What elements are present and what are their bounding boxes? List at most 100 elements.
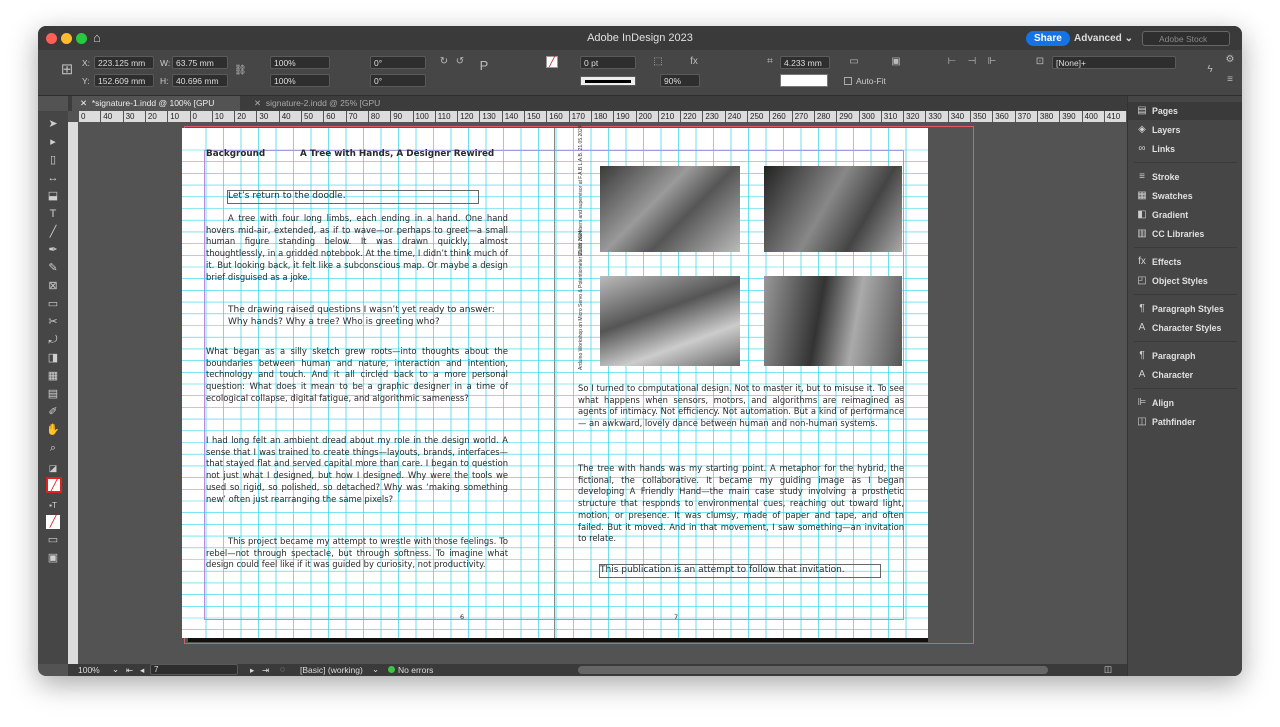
pencil-tool-icon[interactable]: ✎	[46, 261, 60, 275]
last-page-icon[interactable]: ⇥	[262, 665, 269, 676]
direct-selection-tool-icon[interactable]: ▸	[46, 135, 60, 149]
rotate-cw-icon[interactable]: ↻	[438, 56, 450, 68]
pull-quote-2[interactable]: The drawing raised questions I wasn’t ye…	[228, 305, 510, 328]
default-colors-icon[interactable]: ◪	[46, 461, 60, 475]
left-header[interactable]: Background	[206, 149, 265, 159]
shear-field[interactable]: 0°	[370, 74, 426, 87]
adobe-stock-search[interactable]: Adobe Stock	[1142, 31, 1230, 46]
object-style-icon[interactable]: ⊡	[1034, 56, 1046, 68]
align-left-icon[interactable]: ⊢	[946, 56, 958, 68]
gear-icon[interactable]: ⚙	[1224, 54, 1236, 66]
align-right-icon[interactable]: ⊩	[986, 56, 998, 68]
stroke-type-dropdown[interactable]	[580, 76, 636, 86]
previous-page-icon[interactable]: ◂	[140, 665, 144, 676]
tab-signature-2[interactable]: ✕ signature-2.indd @ 25% [GPU Preview]	[246, 96, 416, 119]
eyedropper-tool-icon[interactable]: ✐	[46, 405, 60, 419]
tab-signature-1[interactable]: ✕ *signature-1.indd @ 100% [GPU Preview]	[72, 96, 240, 119]
lightning-icon[interactable]: ϟ	[1204, 64, 1216, 76]
scissors-tool-icon[interactable]: ✂	[46, 315, 60, 329]
page-number-field[interactable]: 7	[150, 664, 238, 675]
close-icon[interactable]: ✕	[254, 98, 261, 108]
auto-size-icon[interactable]: ⌗	[764, 56, 776, 68]
body-paragraph-2[interactable]: What began as a silly sketch grew roots—…	[206, 346, 508, 405]
body-paragraph-5[interactable]: So I turned to computational design. Not…	[578, 383, 904, 430]
auto-fit-checkbox[interactable]	[844, 77, 852, 85]
next-page-icon[interactable]: ▸	[250, 665, 254, 676]
rotate-ccw-icon[interactable]: ↺	[454, 56, 466, 68]
panel-pathfinder[interactable]: ◫ Pathfinder	[1128, 413, 1242, 431]
pen-tool-icon[interactable]: ✒	[46, 243, 60, 257]
panel-effects[interactable]: fx Effects	[1128, 253, 1242, 271]
type-on-path-icon[interactable]: P	[478, 59, 490, 72]
frame-icon[interactable]: ⬚	[652, 56, 664, 68]
y-field[interactable]: 152.609 mm	[94, 74, 154, 87]
w-field[interactable]: 63.75 mm	[172, 56, 228, 69]
first-page-icon[interactable]: ⇤	[126, 665, 133, 676]
panel-paragraph-styles[interactable]: ¶ Paragraph Styles	[1128, 300, 1242, 318]
screen-mode-icon[interactable]: ▭	[46, 533, 60, 547]
reference-point-icon[interactable]: ⊞	[58, 62, 76, 82]
line-tool-icon[interactable]: ╱	[46, 225, 60, 239]
body-paragraph-4[interactable]: This project became my attempt to wrestl…	[206, 536, 508, 571]
formatting-icon[interactable]: ▪T	[46, 499, 60, 513]
preflight-errors[interactable]: No errors	[398, 665, 433, 675]
zoom-tool-icon[interactable]: ⌕	[46, 441, 60, 455]
pull-quote-1[interactable]: Let’s return to the doodle.	[227, 190, 479, 204]
h-field[interactable]: 40.696 mm	[172, 74, 228, 87]
hand-tool-icon[interactable]: ✋	[46, 423, 60, 437]
photo-workshop-hands[interactable]	[764, 276, 902, 366]
fill-stroke-icon[interactable]: ╱	[46, 477, 62, 493]
body-paragraph-1[interactable]: A tree with four long limbs, each ending…	[206, 213, 508, 283]
gap-tool-icon[interactable]: ↔	[46, 171, 60, 185]
note-tool-icon[interactable]: ▤	[46, 387, 60, 401]
share-button[interactable]: Share	[1026, 31, 1070, 46]
panel-character-styles[interactable]: A Character Styles	[1128, 319, 1242, 337]
body-paragraph-3[interactable]: I had long felt an ambient dread about m…	[206, 435, 508, 505]
close-icon[interactable]: ✕	[80, 98, 87, 108]
panel-cc-libraries[interactable]: ▥ CC Libraries	[1128, 225, 1242, 243]
closing-statement[interactable]: This publication is an attempt to follow…	[599, 564, 881, 578]
panel-pages[interactable]: ▤ Pages	[1128, 102, 1242, 120]
panel-character[interactable]: A Character	[1128, 366, 1242, 384]
photo-lab-room[interactable]	[600, 166, 740, 252]
free-transform-tool-icon[interactable]: ⤾	[46, 333, 60, 347]
fit-frame-icon[interactable]: ▣	[890, 56, 902, 68]
constrain-proportions-icon[interactable]: ⛓	[234, 65, 247, 77]
running-title[interactable]: A Tree with Hands, A Designer Rewired	[300, 149, 494, 159]
scale-y-field[interactable]: 100%	[270, 74, 330, 87]
apply-none-icon[interactable]: ╱	[46, 515, 60, 529]
fit-content-icon[interactable]: ▭	[848, 56, 860, 68]
stroke-weight-field[interactable]: 0 pt	[580, 56, 636, 69]
chevron-down-icon[interactable]: ⌄	[112, 664, 119, 675]
page-tool-icon[interactable]: ▯	[46, 153, 60, 167]
object-style-dropdown[interactable]: [None]+	[1052, 56, 1176, 69]
panel-gradient[interactable]: ◧ Gradient	[1128, 206, 1242, 224]
panel-layers[interactable]: ◈ Layers	[1128, 121, 1242, 139]
panel-paragraph[interactable]: ¶ Paragraph	[1128, 347, 1242, 365]
color-chip[interactable]	[780, 74, 828, 87]
open-page-icon[interactable]: ◌	[280, 664, 285, 674]
panel-swatches[interactable]: ▦ Swatches	[1128, 187, 1242, 205]
gradient-feather-tool-icon[interactable]: ▦	[46, 369, 60, 383]
view-mode-icon[interactable]: ▣	[46, 551, 60, 565]
panel-links[interactable]: ∞ Links	[1128, 140, 1242, 158]
panel-stroke[interactable]: ≡ Stroke	[1128, 168, 1242, 186]
selection-tool-icon[interactable]: ➤	[46, 117, 60, 131]
menu-icon[interactable]: ≡	[1224, 74, 1236, 86]
preflight-profile[interactable]: [Basic] (working)	[300, 665, 363, 675]
tint-field[interactable]: 90%	[660, 74, 700, 87]
rectangle-frame-tool-icon[interactable]: ⊠	[46, 279, 60, 293]
horizontal-scrollbar[interactable]	[578, 666, 1048, 674]
gap-field[interactable]: 4.233 mm	[780, 56, 830, 69]
photo-arduino-board[interactable]	[600, 276, 740, 366]
rectangle-tool-icon[interactable]: ▭	[46, 297, 60, 311]
rotate-field[interactable]: 0°	[370, 56, 426, 69]
split-window-icon[interactable]: ◫	[1104, 664, 1112, 675]
document-canvas[interactable]: Background A Tree with Hands, A Designer…	[78, 122, 1127, 664]
fill-swatch[interactable]: ╱	[546, 56, 558, 68]
x-field[interactable]: 223.125 mm	[94, 56, 154, 69]
chevron-down-icon[interactable]: ⌄	[372, 664, 379, 675]
scale-x-field[interactable]: 100%	[270, 56, 330, 69]
gradient-tool-icon[interactable]: ◨	[46, 351, 60, 365]
workspace-switcher[interactable]: Advanced ⌄	[1074, 33, 1133, 44]
